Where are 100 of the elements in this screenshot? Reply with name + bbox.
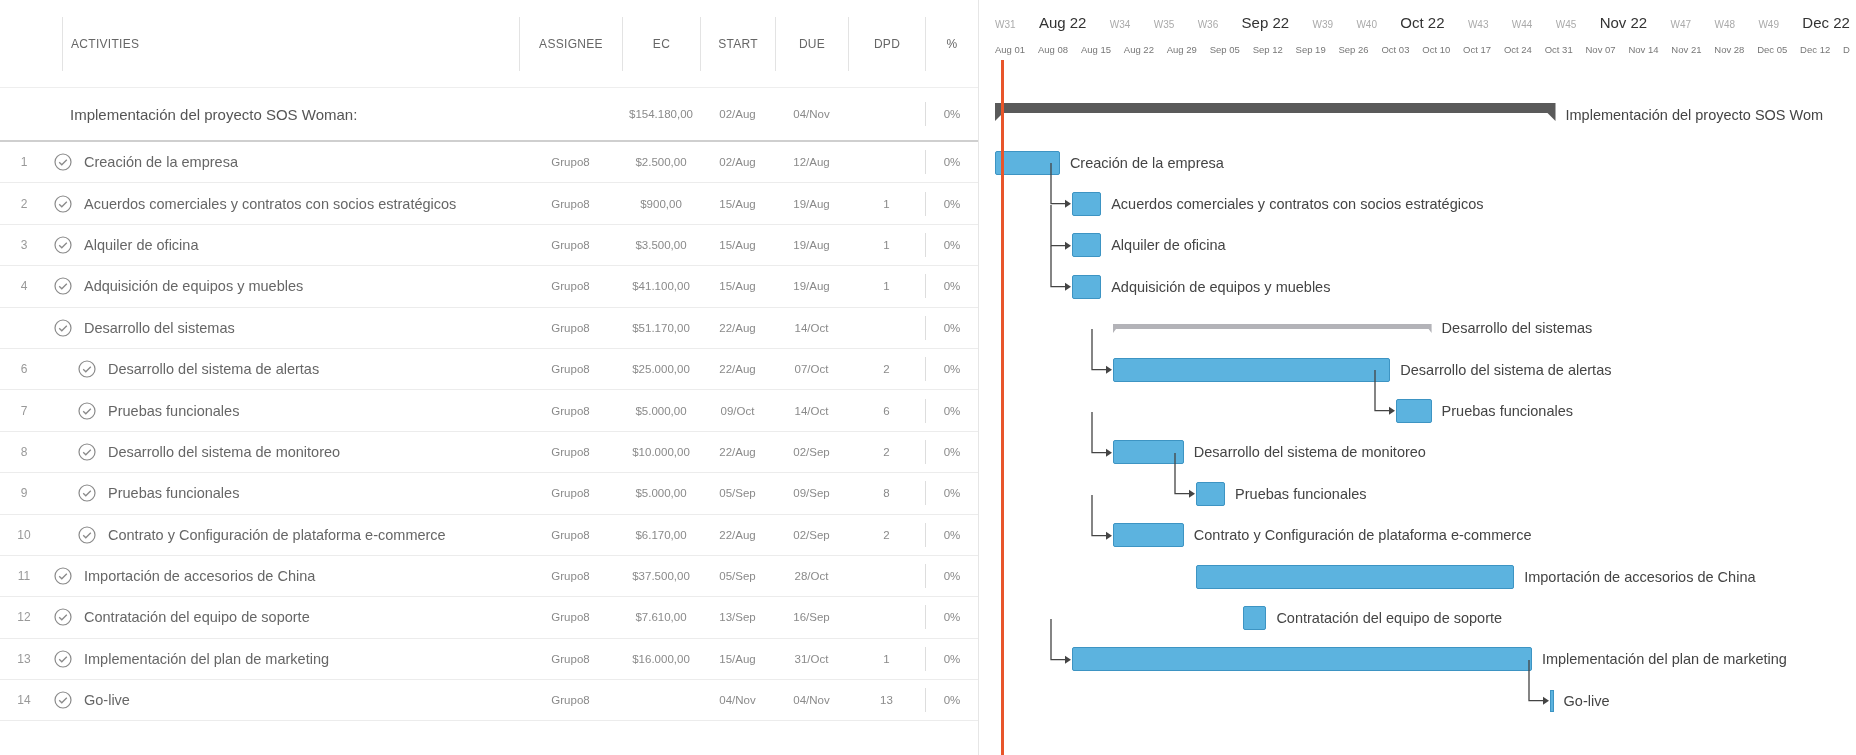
row-number: 9 [20,486,28,501]
table-cell: Grupo8 [551,445,590,458]
row-number: 12 [17,610,31,625]
table-cell: $10.000,00 [632,445,690,458]
check-circle-icon[interactable] [54,194,72,213]
check-circle-icon[interactable] [54,691,72,710]
table-cell: 22/Aug [719,445,756,458]
table-cell: 8 [883,487,890,500]
bar-label: Implementación del proyecto SOS Wom [1565,107,1824,123]
task-bar[interactable] [995,150,1060,175]
date-label: Nov 07 [1585,44,1616,55]
month-label: Dec 22 [1802,14,1850,31]
activity-name: Desarrollo del sistema de monitoreo [108,443,341,460]
table-cell: 19/Aug [793,238,830,251]
task-bar[interactable] [1071,233,1102,258]
row-number: 6 [20,362,28,377]
task-bar[interactable] [1113,357,1391,382]
bar-label: Creación de la empresa [1069,154,1224,171]
percent-cell: 0% [943,197,961,210]
percent-cell: 0% [943,238,961,251]
table-cell: Grupo8 [551,363,590,376]
check-circle-icon[interactable] [78,484,96,503]
table-cell: 04/Nov [719,694,756,707]
row-number: 11 [17,569,31,584]
bar-label: Desarrollo del sistemas [1441,320,1593,337]
task-bar[interactable] [1396,399,1432,424]
table-cell: Grupo8 [551,321,590,334]
check-circle-icon[interactable] [54,235,72,254]
table-cell: 19/Aug [793,197,830,210]
task-bar[interactable] [1195,564,1515,589]
table-cell: 1 [883,652,890,665]
task-bar[interactable] [1071,274,1102,299]
table-cell: 02/Sep [793,528,830,541]
bar-label: Contratación del equipo de soporte [1276,610,1503,626]
week-label: W40 [1356,19,1377,30]
week-label: W45 [1555,19,1577,30]
bar-label: Acuerdos comerciales y contratos con socios estratégicos [1111,196,1484,213]
bar-label: Desarrollo del sistema de alertas [1400,361,1612,378]
table-cell: 04/Nov [793,108,830,120]
table-cell: 2 [883,363,890,376]
task-bar[interactable] [1195,481,1226,506]
table-cell: 13 [880,694,893,707]
bar-label: Implementación del plan de marketing [1541,651,1787,668]
task-bar[interactable] [1071,647,1532,672]
table-cell: $7.610,00 [635,611,687,624]
milestone-marker[interactable] [1549,689,1554,712]
table-cell: 6 [883,404,890,417]
percent-cell: 0% [943,321,961,334]
check-circle-icon[interactable] [54,277,72,296]
activity-name: Acuerdos comerciales y contratos con socios estratégicos [84,195,457,212]
table-cell: Grupo8 [551,694,590,707]
check-circle-icon[interactable] [78,525,96,544]
date-label: Aug 01 [995,44,1026,55]
table-cell: Grupo8 [551,238,590,251]
percent-cell: 0% [943,280,961,293]
table-cell: Grupo8 [551,197,590,210]
check-circle-icon[interactable] [54,608,72,627]
check-circle-icon[interactable] [78,360,96,379]
column-header: ASSIGNEE [539,36,603,51]
check-circle-icon[interactable] [78,442,96,461]
bar-label: Pruebas funcionales [1441,403,1573,420]
bar-label: Alquiler de oficina [1111,237,1226,254]
column-header: ACTIVITIES [71,36,140,51]
table-cell: Grupo8 [551,404,590,417]
row-number: 14 [17,693,31,708]
task-bar[interactable] [1113,523,1184,548]
table-cell: 2 [883,445,890,458]
table-cell: 15/Aug [719,280,756,293]
check-circle-icon[interactable] [54,318,72,337]
task-bar[interactable] [1071,192,1102,217]
task-bar[interactable] [1113,440,1184,465]
month-label: Oct 22 [1400,14,1445,31]
check-circle-icon[interactable] [54,567,72,586]
row-number: 2 [20,196,28,211]
activity-name: Creación de la empresa [84,154,238,171]
activity-name: Pruebas funcionales [108,402,240,419]
activity-name: Alquiler de oficina [84,236,199,253]
table-cell: 09/Sep [793,487,830,500]
date-label: Dec 12 [1800,44,1831,55]
table-cell: 22/Aug [719,321,756,334]
task-bar[interactable] [1242,606,1267,630]
table-cell: $6.170,00 [635,528,687,541]
column-header: DPD [873,36,901,51]
activity-name: Contratación del equipo de soporte [84,609,310,626]
bar-label: Go-live [1563,692,1610,709]
table-cell: $25.000,00 [632,363,690,376]
week-label: W48 [1714,19,1736,30]
date-label: Oct 24 [1503,44,1532,55]
check-circle-icon[interactable] [78,401,96,420]
check-circle-icon[interactable] [54,153,72,172]
activity-name: Adquisición de equipos y muebles [84,278,304,295]
week-label: W39 [1312,19,1334,30]
table-cell: Grupo8 [551,528,590,541]
percent-cell: 0% [943,487,961,500]
date-label: Dec 05 [1757,44,1788,55]
table-cell: 12/Aug [793,156,830,169]
date-label: Sep 19 [1295,44,1326,55]
check-circle-icon[interactable] [54,649,72,668]
date-label: Oct 17 [1463,44,1492,55]
date-label: Sep 26 [1338,44,1369,55]
